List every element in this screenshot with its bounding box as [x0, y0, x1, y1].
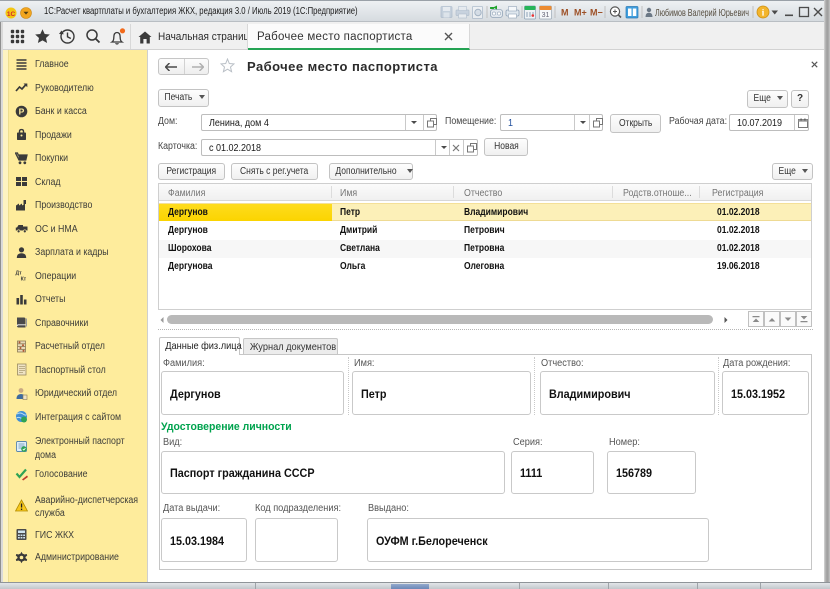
svg-text:Кт: Кт — [21, 277, 27, 282]
svg-text:Р: Р — [19, 106, 25, 116]
svg-text:M: M — [561, 8, 569, 18]
svg-text:M−: M− — [590, 8, 603, 18]
svg-text:Дт: Дт — [15, 271, 22, 277]
svg-text:Любимов Валерий Юрьевич: Любимов Валерий Юрьевич — [655, 7, 749, 19]
svg-text:31: 31 — [542, 12, 550, 19]
svg-text:1С: 1С — [7, 11, 16, 18]
svg-text:M+: M+ — [574, 8, 587, 18]
